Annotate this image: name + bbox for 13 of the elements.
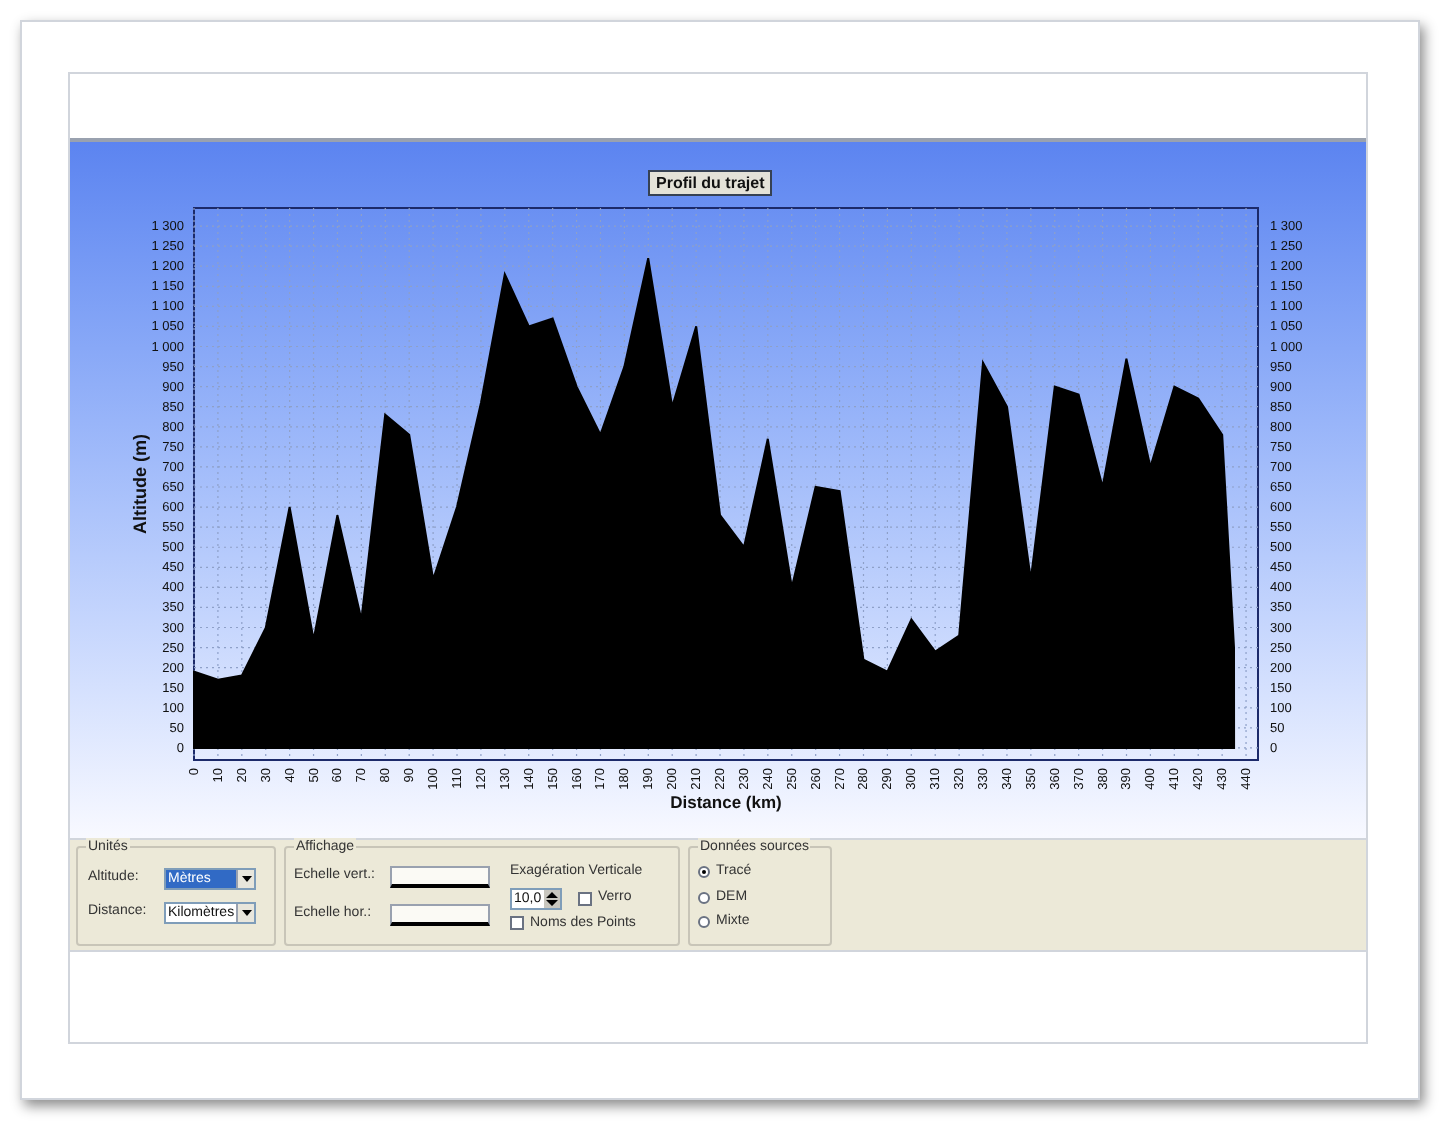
radio-button[interactable] [698,866,710,879]
y-axis-title: Altitude (m) [130,434,150,534]
scale-field[interactable] [390,866,490,888]
radio-button[interactable] [698,916,710,929]
checkbox[interactable] [510,916,524,931]
scale-field[interactable] [390,904,490,926]
dropdown-arrow-icon[interactable] [236,904,254,922]
x-axis-title: Distance (km) [670,792,782,812]
checkbox[interactable] [578,891,592,905]
dropdown-arrow-icon[interactable] [236,870,254,888]
spin-arrows-icon[interactable] [544,889,560,907]
radio-button[interactable] [698,891,710,904]
chart-title: Profil du trajet [648,170,773,196]
